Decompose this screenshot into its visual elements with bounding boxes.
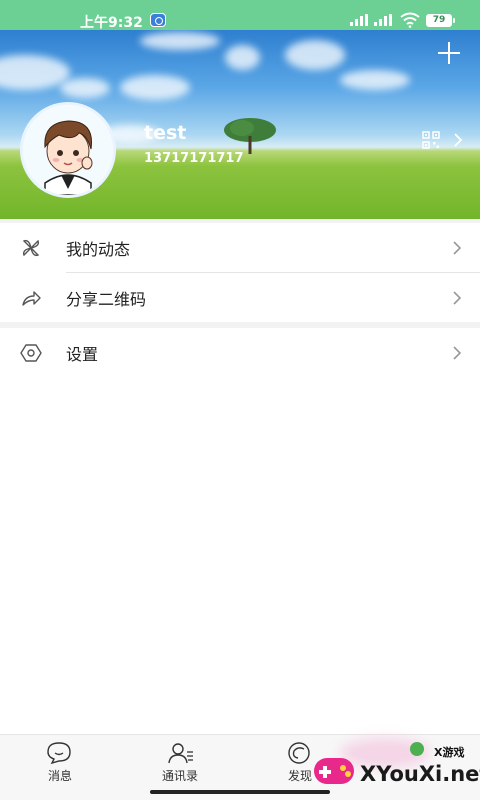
menu-group-main: 我的动态 分享二维码: [0, 223, 480, 322]
gamepad-icon: [314, 758, 354, 784]
wifi-icon: [400, 12, 420, 28]
qr-code-icon[interactable]: [422, 131, 440, 149]
notification-app-icon: [150, 13, 166, 27]
profile-banner: test 13717171717: [0, 30, 480, 219]
home-indicator: [150, 790, 330, 794]
username: test: [144, 122, 187, 144]
watermark-small-text: X游戏: [434, 746, 465, 759]
tab-messages[interactable]: 消息: [0, 735, 120, 800]
menu-item-moments[interactable]: 我的动态: [0, 223, 480, 273]
chevron-right-icon: [453, 241, 462, 255]
share-icon: [22, 291, 41, 306]
phone-number: 13717171717: [144, 151, 244, 166]
tree-icon: [224, 118, 276, 154]
battery-icon: 79: [426, 14, 455, 27]
contacts-icon: [168, 743, 193, 764]
message-icon: [47, 742, 71, 765]
signal-icon-2: [374, 14, 392, 26]
add-button[interactable]: [438, 42, 460, 64]
avatar[interactable]: [20, 102, 116, 198]
chevron-right-icon[interactable]: [452, 132, 464, 148]
menu-item-settings[interactable]: 设置: [0, 328, 480, 378]
chevron-right-icon: [453, 346, 462, 360]
chevron-right-icon: [453, 291, 462, 305]
menu-label-settings: 设置: [66, 345, 99, 364]
menu-label-moments: 我的动态: [66, 240, 131, 259]
avatar-illustration: [23, 105, 113, 195]
watermark-logo: X游戏 XYouXi.net: [300, 738, 480, 798]
menu-item-share-qr[interactable]: 分享二维码: [0, 273, 480, 323]
signal-icon-1: [350, 14, 368, 26]
menu-group-settings: 设置: [0, 328, 480, 378]
settings-icon: [20, 344, 42, 362]
watermark-brand: XYouXi.net: [360, 762, 480, 786]
tab-label-messages: 消息: [47, 769, 72, 783]
tab-label-contacts: 通讯录: [161, 769, 198, 783]
clock: 上午9:32: [80, 15, 143, 31]
pinwheel-icon: [22, 239, 40, 257]
menu-label-share-qr: 分享二维码: [66, 290, 147, 309]
